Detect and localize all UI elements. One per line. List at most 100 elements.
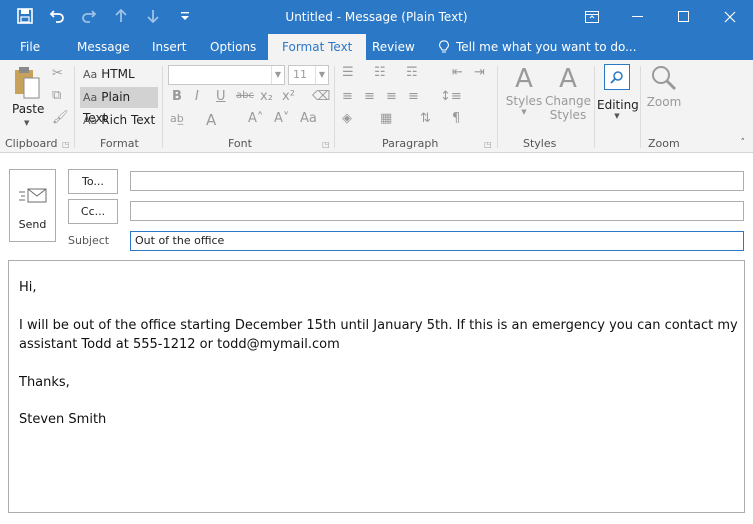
body-line: assistant Todd at 555-1212 or todd@mymai…	[19, 337, 340, 352]
divider	[162, 66, 163, 148]
clear-formatting-icon[interactable]: ⌫	[312, 89, 330, 104]
multilevel-list-icon[interactable]: ☶	[406, 65, 418, 80]
body-line: Steven Smith	[19, 412, 107, 427]
subscript-icon[interactable]: x₂	[260, 89, 273, 104]
copy-icon[interactable]: ⧉	[52, 88, 61, 103]
paragraph-group-label: Paragraph	[382, 137, 439, 150]
styles-label: Styles	[505, 94, 543, 108]
editing-button[interactable]: Editing ▼	[597, 64, 639, 134]
chevron-down-icon: ▼	[315, 66, 328, 84]
tab-review[interactable]: Review	[372, 34, 415, 60]
align-left-icon[interactable]: ≡	[342, 89, 353, 104]
send-button[interactable]: Send	[9, 169, 56, 242]
paste-icon	[15, 67, 40, 99]
dialog-launcher-icon[interactable]: ◳	[62, 140, 70, 149]
zoom-label: Zoom	[646, 95, 682, 109]
shading-icon[interactable]: ◈	[342, 111, 352, 126]
change-styles-icon: A	[559, 64, 577, 94]
grow-font-icon[interactable]: A˄	[248, 111, 263, 126]
change-styles-label: Change Styles	[545, 94, 591, 122]
tab-options[interactable]: Options	[210, 34, 256, 60]
zoom-group-label: Zoom	[648, 137, 680, 150]
subject-field[interactable]: Out of the office	[130, 231, 744, 251]
format-html-option[interactable]: Aa HTML	[80, 64, 158, 85]
bullets-icon[interactable]: ☰	[342, 65, 354, 80]
styles-button[interactable]: A Styles ▼	[503, 64, 545, 134]
sort-icon[interactable]: ⇅	[420, 111, 431, 126]
font-size-value: 11	[293, 68, 307, 81]
numbering-icon[interactable]: ☷	[374, 65, 386, 80]
cc-button[interactable]: Cc...	[68, 199, 118, 224]
chevron-down-icon: ▼	[24, 119, 30, 127]
search-icon	[604, 64, 630, 90]
font-name-combo[interactable]: ▼	[168, 65, 285, 85]
to-field[interactable]	[130, 171, 744, 191]
send-label: Send	[18, 218, 47, 231]
underline-icon[interactable]: U	[216, 89, 226, 104]
chevron-down-icon: ▼	[271, 66, 284, 84]
send-icon	[19, 188, 47, 203]
minimize-icon[interactable]	[615, 0, 661, 34]
highlight-icon[interactable]: ab̲	[170, 112, 184, 125]
to-button[interactable]: To...	[68, 169, 118, 194]
strikethrough-icon[interactable]: abc	[236, 90, 254, 101]
zoom-button[interactable]: Zoom	[644, 64, 684, 120]
cut-icon[interactable]: ✂	[52, 66, 63, 81]
borders-icon[interactable]: ▦	[380, 111, 392, 126]
format-aa-icon: Aa	[83, 68, 98, 81]
increase-indent-icon[interactable]: ⇥	[474, 65, 485, 80]
change-case-icon[interactable]: Aa	[300, 111, 317, 126]
divider	[594, 66, 595, 148]
chevron-down-icon: ▼	[521, 108, 527, 116]
font-group-label: Font	[228, 137, 252, 150]
font-color-icon[interactable]: A	[206, 111, 216, 129]
close-icon[interactable]	[707, 0, 753, 34]
align-right-icon[interactable]: ≡	[386, 89, 397, 104]
format-plain-text-option[interactable]: Aa Plain Text	[80, 87, 158, 125]
italic-icon[interactable]: I	[195, 89, 199, 104]
tab-file[interactable]: File	[20, 34, 40, 60]
format-html-label: HTML	[101, 67, 135, 81]
tell-me-text: Tell me what you want to do...	[456, 40, 637, 54]
clipboard-group-label: Clipboard	[5, 137, 58, 150]
body-line: Hi,	[19, 280, 37, 295]
decrease-indent-icon[interactable]: ⇤	[452, 65, 463, 80]
subject-label: Subject	[68, 234, 110, 247]
line-spacing-icon[interactable]: ↕≡	[440, 89, 462, 104]
paste-label: Paste	[12, 102, 45, 116]
tab-format-text[interactable]: Format Text	[268, 34, 367, 60]
tell-me-box[interactable]: Tell me what you want to do...	[438, 34, 637, 60]
cc-field[interactable]	[130, 201, 744, 221]
body-line: I will be out of the office starting Dec…	[19, 318, 738, 333]
bold-icon[interactable]: B	[172, 89, 182, 104]
change-styles-button[interactable]: A Change Styles	[545, 64, 591, 134]
divider	[74, 66, 75, 148]
tab-message[interactable]: Message	[77, 34, 130, 60]
message-body[interactable]: Hi, I will be out of the office starting…	[8, 260, 745, 513]
format-rich-text-label: Rich Text	[101, 113, 156, 127]
divider	[334, 66, 335, 148]
body-line: Thanks,	[19, 375, 70, 390]
ribbon-display-options-icon[interactable]	[569, 0, 615, 34]
chevron-down-icon: ▼	[614, 112, 620, 120]
shrink-font-icon[interactable]: A˅	[274, 111, 289, 126]
divider	[497, 66, 498, 148]
justify-icon[interactable]: ≡	[408, 89, 419, 104]
format-painter-icon[interactable]: 🖌	[52, 110, 69, 125]
format-rich-text-option[interactable]: Aa Rich Text	[80, 110, 158, 131]
font-size-combo[interactable]: 11 ▼	[288, 65, 329, 85]
lightbulb-icon	[439, 40, 449, 53]
dialog-launcher-icon[interactable]: ◳	[322, 140, 330, 149]
format-aa-icon: Aa	[83, 91, 98, 104]
superscript-icon[interactable]: x²	[282, 89, 295, 104]
ribbon: Paste ▼ ✂ ⧉ 🖌 Clipboard ◳ Aa HTML Aa Plain…	[0, 60, 753, 153]
maximize-icon[interactable]	[661, 0, 707, 34]
show-marks-icon[interactable]: ¶	[452, 111, 460, 126]
format-group-label: Format	[100, 137, 139, 150]
tab-insert[interactable]: Insert	[152, 34, 186, 60]
collapse-ribbon-icon[interactable]: ˄	[741, 138, 746, 148]
align-center-icon[interactable]: ≡	[364, 89, 375, 104]
paste-button[interactable]: Paste ▼	[8, 66, 46, 134]
format-aa-icon: Aa	[83, 114, 98, 127]
dialog-launcher-icon[interactable]: ◳	[484, 140, 492, 149]
